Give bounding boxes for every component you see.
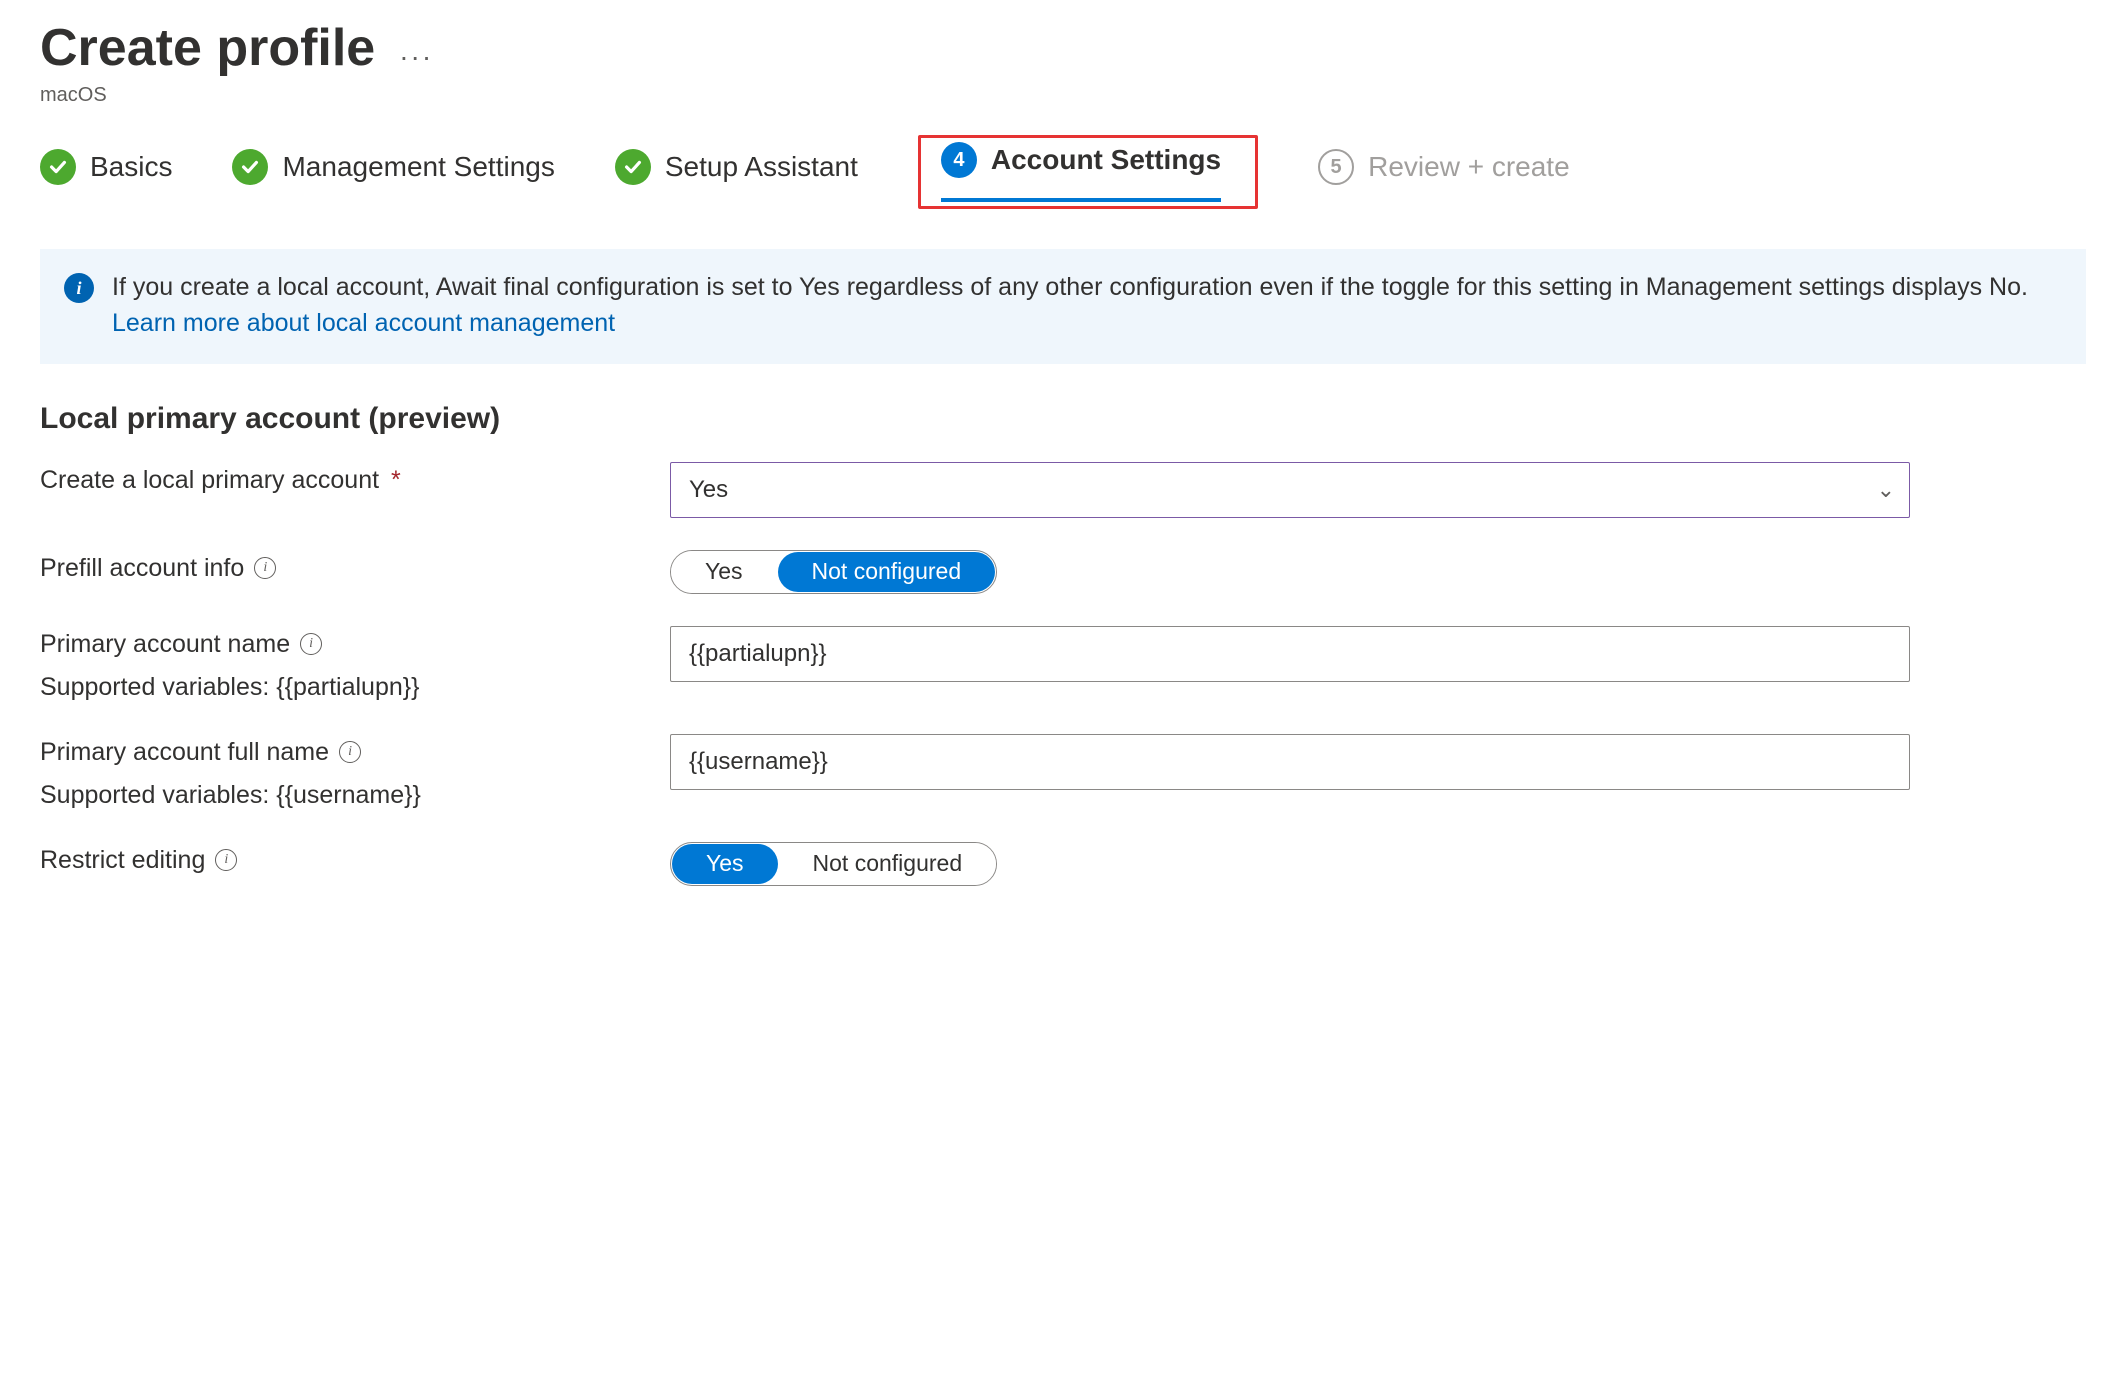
info-icon: i bbox=[64, 273, 94, 303]
more-icon[interactable]: ··· bbox=[399, 25, 433, 71]
check-icon bbox=[232, 149, 268, 185]
info-banner: i If you create a local account, Await f… bbox=[40, 249, 2086, 364]
field-label-text: Create a local primary account bbox=[40, 466, 379, 495]
acct-name-hint: Supported variables: {{partialupn}} bbox=[40, 673, 670, 702]
field-label-text: Primary account full name bbox=[40, 738, 329, 767]
step-label: Review + create bbox=[1368, 151, 1570, 183]
step-basics[interactable]: Basics bbox=[40, 149, 172, 195]
step-label: Account Settings bbox=[991, 144, 1221, 176]
step-number-badge: 4 bbox=[941, 142, 977, 178]
check-icon bbox=[40, 149, 76, 185]
info-banner-text: If you create a local account, Await fin… bbox=[112, 269, 2062, 342]
check-icon bbox=[615, 149, 651, 185]
prefill-not-configured[interactable]: Not configured bbox=[778, 552, 996, 592]
create-local-select[interactable]: Yes ⌄ bbox=[670, 462, 1910, 518]
step-number-badge: 5 bbox=[1318, 149, 1354, 185]
restrict-label: Restrict editing i bbox=[40, 846, 670, 875]
acct-full-label: Primary account full name i bbox=[40, 738, 670, 767]
select-value: Yes bbox=[689, 476, 728, 504]
prefill-label: Prefill account info i bbox=[40, 554, 670, 583]
restrict-yes[interactable]: Yes bbox=[672, 844, 778, 884]
step-label: Setup Assistant bbox=[665, 151, 858, 183]
field-label-text: Restrict editing bbox=[40, 846, 205, 875]
page-title: Create profile bbox=[40, 18, 375, 78]
info-icon[interactable]: i bbox=[339, 741, 361, 763]
acct-full-hint: Supported variables: {{username}} bbox=[40, 781, 670, 810]
prefill-yes[interactable]: Yes bbox=[671, 551, 777, 593]
field-label-text: Prefill account info bbox=[40, 554, 244, 583]
step-label: Management Settings bbox=[282, 151, 554, 183]
step-setup-assistant[interactable]: Setup Assistant bbox=[615, 149, 858, 195]
field-label-text: Primary account name bbox=[40, 630, 290, 659]
step-review-create: 5 Review + create bbox=[1318, 149, 1570, 195]
acct-name-label: Primary account name i bbox=[40, 630, 670, 659]
acct-full-input[interactable] bbox=[670, 734, 1910, 790]
restrict-toggle: Yes Not configured bbox=[670, 842, 997, 886]
active-step-highlight: 4 Account Settings bbox=[918, 135, 1258, 209]
info-banner-message: If you create a local account, Await fin… bbox=[112, 273, 2028, 301]
info-icon[interactable]: i bbox=[300, 633, 322, 655]
section-heading: Local primary account (preview) bbox=[40, 402, 2086, 436]
learn-more-link[interactable]: Learn more about local account managemen… bbox=[112, 309, 615, 337]
required-indicator: * bbox=[391, 466, 401, 495]
step-label: Basics bbox=[90, 151, 172, 183]
chevron-down-icon: ⌄ bbox=[1877, 477, 1895, 503]
create-local-label: Create a local primary account * bbox=[40, 466, 670, 495]
acct-name-input[interactable] bbox=[670, 626, 1910, 682]
prefill-toggle: Yes Not configured bbox=[670, 550, 997, 594]
restrict-not-configured[interactable]: Not configured bbox=[779, 843, 997, 885]
info-icon[interactable]: i bbox=[215, 849, 237, 871]
step-account-settings[interactable]: 4 Account Settings bbox=[941, 142, 1221, 188]
wizard-steps: Basics Management Settings Setup Assista… bbox=[40, 135, 2086, 209]
step-management-settings[interactable]: Management Settings bbox=[232, 149, 554, 195]
page-subtitle: macOS bbox=[40, 84, 2086, 107]
info-icon[interactable]: i bbox=[254, 557, 276, 579]
